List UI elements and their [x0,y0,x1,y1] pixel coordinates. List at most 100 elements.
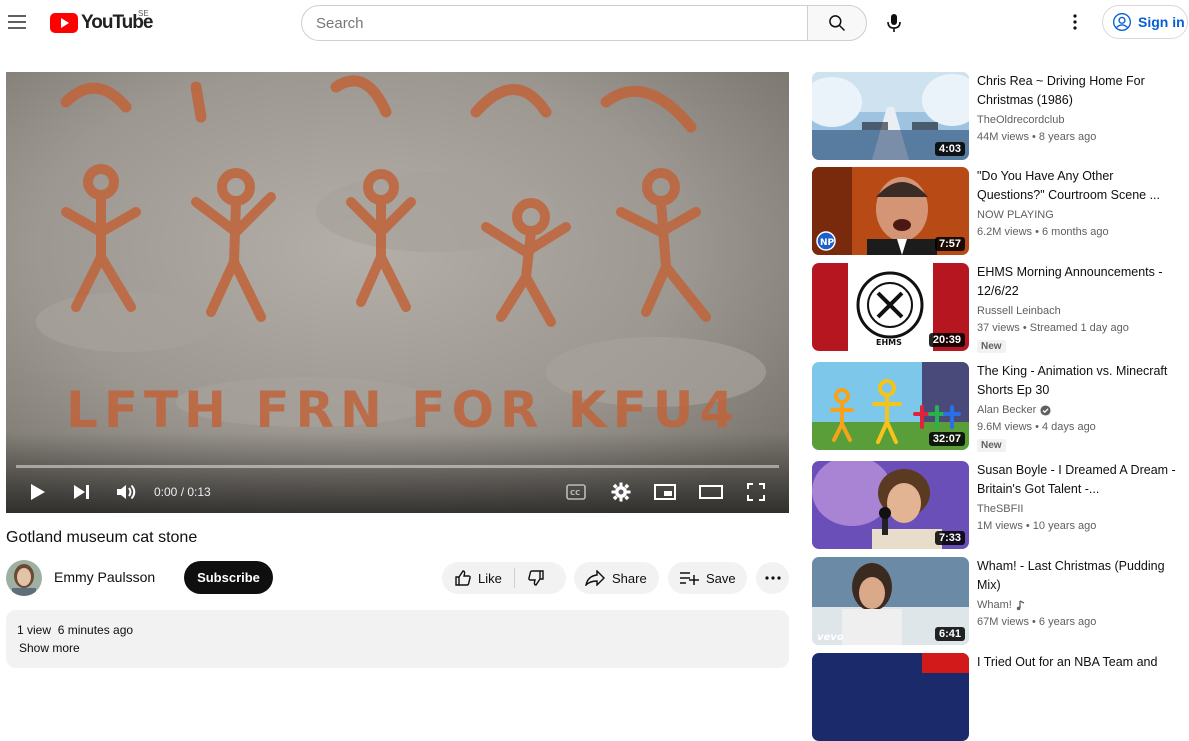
video-duration: 20:39 [928,333,965,347]
video-thumbnail[interactable]: EHMS 20:39 [812,263,969,351]
new-badge: New [977,439,1006,452]
subscribe-button[interactable]: Subscribe [184,561,273,594]
player-controls: 0:00 / 0:13 CC [6,472,789,513]
video-player[interactable]: LFTH FRN FOR KFU4 0:00 / 0:13 CC [6,72,789,513]
recommendation-item[interactable]: NP 7:57 "Do You Have Any Other Questions… [812,167,1189,255]
recommendation-title[interactable]: "Do You Have Any Other Questions?" Court… [977,167,1177,205]
upload-time: 6 minutes ago [57,623,134,637]
masthead: YouTube SE Sign in [0,0,1189,46]
thumbnail-vevo-logo: vevo [817,632,844,643]
play-icon [31,484,45,500]
show-more-link[interactable]: Show more [19,641,80,655]
recommendation-item[interactable]: EHMS 20:39 EHMS Morning Announcements - … [812,263,1189,353]
settings-button[interactable] [609,480,633,504]
like-button[interactable]: Like [442,568,515,588]
mute-button[interactable] [114,480,140,504]
youtube-play-logo-icon [50,13,78,33]
save-label: Save [706,570,736,586]
video-thumbnail[interactable] [812,653,969,741]
recommendation-title[interactable]: Wham! - Last Christmas (Pudding Mix) [977,557,1177,595]
video-frame-runestone: LFTH FRN FOR KFU4 [6,72,789,513]
guide-menu-button[interactable] [6,11,28,33]
search-box [301,5,807,41]
microphone-icon [887,14,901,32]
video-thumbnail[interactable]: NP 7:57 [812,167,969,255]
recommendation-title[interactable]: The King - Animation vs. Minecraft Short… [977,362,1177,400]
gear-icon [611,482,631,502]
view-info: 1 view 6 minutes ago [17,623,133,637]
theater-mode-button[interactable] [698,480,724,504]
recommendation-item[interactable]: vevo 6:41 Wham! - Last Christmas (Puddin… [812,557,1189,645]
recommendation-channel[interactable]: Alan Becker [977,404,1051,416]
recommendation-title[interactable]: I Tried Out for an NBA Team and [977,653,1177,672]
recommendation-channel[interactable]: Russell Leinbach [977,305,1061,317]
avatar-photo [6,560,42,596]
verified-badge-icon [1040,404,1051,416]
miniplayer-button[interactable] [653,480,677,504]
new-badge: New [977,340,1006,353]
play-button[interactable] [26,480,50,504]
recommendation-channel[interactable]: TheSBFII [977,503,1023,515]
fullscreen-button[interactable] [744,480,768,504]
recommendation-title[interactable]: EHMS Morning Announcements - 12/6/22 [977,263,1177,301]
video-duration: 6:41 [934,627,965,641]
share-button[interactable]: Share [574,562,659,594]
more-actions-button[interactable] [756,562,789,594]
vertical-dots-icon [1073,14,1077,30]
horizontal-dots-icon [764,576,781,580]
recommendation-channel[interactable]: Wham! [977,599,1026,611]
recommendation-item[interactable]: 7:33 Susan Boyle - I Dreamed A Dream - B… [812,461,1189,549]
search-button[interactable] [807,5,867,41]
closed-captions-icon: CC [566,484,586,500]
music-note-icon [1016,599,1025,610]
theater-mode-icon [699,485,723,499]
video-duration: 32:07 [928,432,965,446]
dislike-button[interactable] [515,569,557,587]
recommendation-item[interactable]: 32:07 The King - Animation vs. Minecraft… [812,362,1189,452]
save-button[interactable]: Save [668,562,747,594]
recommendation-meta: 44M views • 8 years ago [977,131,1097,143]
recommendation-channel[interactable]: NOW PLAYING [977,209,1054,221]
sign-in-button[interactable]: Sign in [1102,5,1188,39]
video-thumbnail[interactable]: 32:07 [812,362,969,450]
video-duration: 7:57 [934,237,965,251]
channel-avatar[interactable] [6,560,42,596]
recommendation-title[interactable]: Chris Rea ~ Driving Home For Christmas (… [977,72,1177,110]
recommendation-meta: 37 views • Streamed 1 day ago [977,322,1129,334]
next-button[interactable] [70,480,94,504]
thumbs-down-icon [528,570,544,586]
thumbnail-school-text: EHMS [876,338,902,347]
voice-search-button[interactable] [876,5,912,41]
description-box[interactable]: 1 view 6 minutes ago Show more [6,610,789,668]
recommendation-title[interactable]: Susan Boyle - I Dreamed A Dream - Britai… [977,461,1177,499]
search-input[interactable] [302,6,807,40]
stone-inscription: LFTH FRN FOR KFU4 [66,381,740,439]
volume-icon [117,484,136,500]
recommendation-meta: 67M views • 6 years ago [977,616,1097,628]
thumbs-up-icon [455,570,471,586]
recommendation-item[interactable]: 4:03 Chris Rea ~ Driving Home For Christ… [812,72,1189,160]
progress-bar[interactable] [16,465,779,468]
recommendation-meta: 6.2M views • 6 months ago [977,226,1109,238]
sign-in-label: Sign in [1138,14,1185,30]
recommendation-item[interactable]: I Tried Out for an NBA Team and [812,653,1189,741]
video-thumbnail[interactable]: 4:03 [812,72,969,160]
video-title: Gotland museum cat stone [6,529,198,546]
video-thumbnail[interactable]: vevo 6:41 [812,557,969,645]
view-count: 1 view [17,623,52,637]
recommendation-channel[interactable]: TheOldrecordclub [977,114,1064,126]
search-icon [829,15,846,32]
skip-next-icon [74,485,89,499]
miniplayer-icon [654,484,676,500]
fullscreen-icon [747,483,765,501]
channel-name[interactable]: Emmy Paulsson [54,569,155,585]
time-display: 0:00 / 0:13 [154,485,211,499]
like-label: Like [478,570,502,586]
thumbnail-channel-logo: NP [820,238,835,248]
subtitles-button[interactable]: CC [564,480,588,504]
account-icon [1113,13,1131,31]
svg-text:CC: CC [570,489,580,497]
video-thumbnail[interactable]: 7:33 [812,461,969,549]
settings-menu-button[interactable] [1060,7,1090,37]
playlist-add-icon [680,572,699,585]
